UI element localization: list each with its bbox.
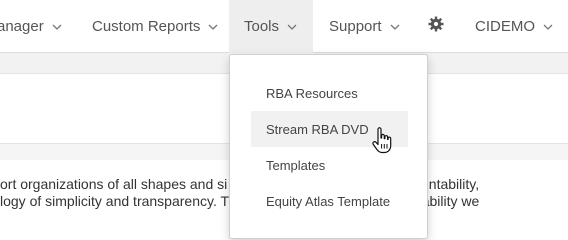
nav-item-label: Custom Reports <box>92 18 201 35</box>
nav-item-label: Support <box>329 18 382 35</box>
chevron-down-icon <box>390 24 400 30</box>
menu-item-label: Stream RBA DVD <box>266 121 369 137</box>
menu-item-label: RBA Resources <box>266 85 358 101</box>
gear-icon <box>428 16 444 37</box>
chevron-down-icon <box>543 24 553 30</box>
tools-dropdown-menu: RBA Resources Stream RBA DVD Templates E… <box>229 54 428 239</box>
menu-item-label: Equity Atlas Template <box>266 193 391 209</box>
nav-item-label: CIDEMO <box>475 18 535 35</box>
menu-item-label: Templates <box>266 157 326 173</box>
settings-button[interactable] <box>422 0 450 53</box>
nav-item-tools[interactable]: Tools <box>229 0 313 53</box>
nav-item-manager[interactable]: anager <box>0 0 62 53</box>
menu-item-equity-atlas-template[interactable]: Equity Atlas Template <box>251 183 408 219</box>
menu-item-rba-resources[interactable]: RBA Resources <box>251 75 408 111</box>
chevron-down-icon <box>52 24 62 30</box>
nav-item-custom-reports[interactable]: Custom Reports <box>92 0 218 53</box>
nav-item-label: anager <box>0 18 44 35</box>
nav-item-support[interactable]: Support <box>329 0 400 53</box>
chevron-down-icon <box>287 24 297 30</box>
top-navbar: anager Custom Reports Tools Support CIDE… <box>0 0 568 53</box>
nav-item-cidemo[interactable]: CIDEMO <box>475 0 553 53</box>
hand-pointer-cursor-icon <box>372 127 392 160</box>
chevron-down-icon <box>208 24 218 30</box>
nav-item-label: Tools <box>244 18 280 35</box>
